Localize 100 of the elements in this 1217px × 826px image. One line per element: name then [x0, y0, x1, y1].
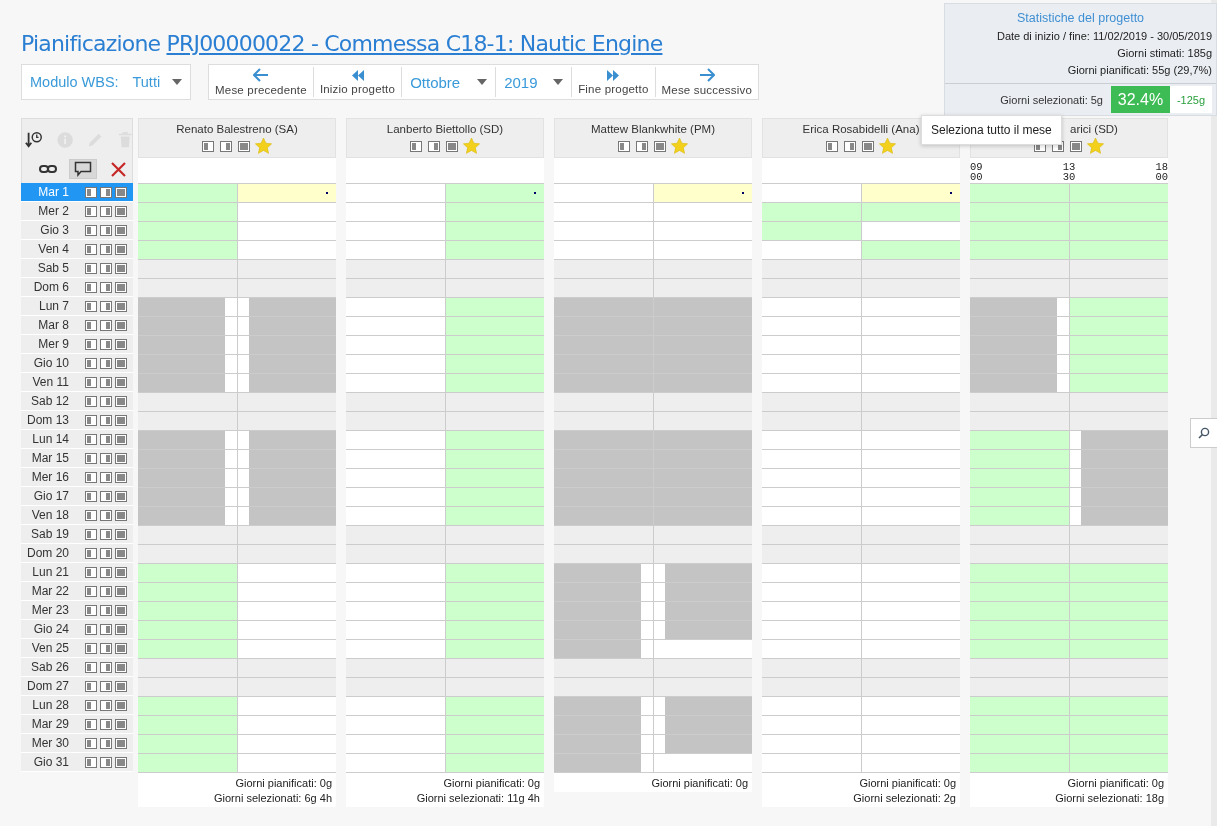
half-day-cell[interactable] [860, 184, 960, 202]
half-day-cell[interactable] [1068, 602, 1168, 620]
half-day-cell[interactable] [554, 298, 653, 316]
half-day-cell[interactable] [444, 412, 544, 430]
morning-select-icon[interactable] [85, 186, 97, 198]
half-day-cell[interactable] [1068, 526, 1168, 544]
half-day-cell[interactable] [444, 450, 544, 468]
half-day-cell[interactable] [138, 184, 237, 202]
half-day-cell[interactable] [652, 507, 752, 525]
morning-select-icon[interactable] [85, 699, 97, 711]
half-day-cell[interactable] [444, 526, 544, 544]
half-day-cell[interactable] [652, 735, 752, 753]
full-day-select-icon[interactable] [115, 661, 127, 673]
half-day-cell[interactable] [346, 279, 445, 297]
full-day-select-icon[interactable] [115, 186, 127, 198]
afternoon-select-icon[interactable] [100, 642, 112, 654]
half-day-cell[interactable] [138, 735, 237, 753]
morning-select-icon[interactable] [85, 205, 97, 217]
half-day-cell[interactable] [236, 393, 336, 411]
half-day-cell[interactable] [652, 469, 752, 487]
afternoon-select-icon[interactable] [100, 680, 112, 692]
half-day-cell[interactable] [1068, 640, 1168, 658]
morning-select-icon[interactable] [85, 585, 97, 597]
full-day-select-icon[interactable] [115, 604, 127, 616]
full-day-select-icon[interactable] [115, 756, 127, 768]
star-icon[interactable] [1087, 138, 1104, 154]
full-day-select-icon[interactable] [115, 357, 127, 369]
half-day-cell[interactable] [652, 355, 752, 373]
half-day-cell[interactable] [346, 545, 445, 563]
half-day-cell[interactable] [444, 222, 544, 240]
half-day-cell[interactable] [652, 602, 752, 620]
half-day-cell[interactable] [652, 393, 752, 411]
afternoon-select-icon[interactable] [100, 718, 112, 730]
half-day-cell[interactable] [236, 678, 336, 696]
half-day-cell[interactable] [138, 659, 237, 677]
half-day-cell[interactable] [970, 640, 1069, 658]
half-day-cell[interactable] [236, 317, 336, 335]
half-day-cell[interactable] [860, 545, 960, 563]
morning-select-icon[interactable] [85, 281, 97, 293]
half-day-cell[interactable] [1068, 393, 1168, 411]
afternoon-select-icon[interactable] [100, 623, 112, 635]
half-day-cell[interactable] [1068, 754, 1168, 772]
full-day-select-icon[interactable] [115, 376, 127, 388]
half-day-cell[interactable] [554, 279, 653, 297]
project-link[interactable]: PRJ00000022 - Commessa C18-1: Nautic Engine [166, 31, 663, 56]
afternoon-select-icon[interactable] [100, 376, 112, 388]
half-day-cell[interactable] [762, 222, 861, 240]
half-day-cell[interactable] [1068, 298, 1168, 316]
half-day-cell[interactable] [1068, 564, 1168, 582]
half-day-cell[interactable] [444, 374, 544, 392]
half-day-cell[interactable] [554, 507, 653, 525]
half-day-cell[interactable] [1068, 697, 1168, 715]
half-day-cell[interactable] [652, 621, 752, 639]
morning-select-icon[interactable] [85, 718, 97, 730]
afternoon-select-icon[interactable] [100, 300, 112, 312]
half-day-cell[interactable] [970, 621, 1069, 639]
morning-select-icon[interactable] [410, 140, 422, 152]
morning-select-icon[interactable] [826, 140, 838, 152]
half-day-cell[interactable] [444, 659, 544, 677]
half-day-cell[interactable] [1068, 184, 1168, 202]
afternoon-select-icon[interactable] [100, 262, 112, 274]
afternoon-select-icon[interactable] [100, 737, 112, 749]
half-day-cell[interactable] [970, 735, 1069, 753]
half-day-cell[interactable] [444, 716, 544, 734]
half-day-cell[interactable] [762, 260, 861, 278]
half-day-cell[interactable] [554, 260, 653, 278]
half-day-cell[interactable] [444, 735, 544, 753]
half-day-cell[interactable] [1068, 450, 1168, 468]
half-day-cell[interactable] [236, 184, 336, 202]
half-day-cell[interactable] [652, 583, 752, 601]
half-day-cell[interactable] [1068, 412, 1168, 430]
half-day-cell[interactable] [138, 716, 237, 734]
half-day-cell[interactable] [970, 279, 1069, 297]
half-day-cell[interactable] [236, 659, 336, 677]
full-month-select-icon[interactable] [1070, 140, 1082, 152]
full-day-select-icon[interactable] [115, 623, 127, 635]
half-day-cell[interactable] [652, 659, 752, 677]
afternoon-select-icon[interactable] [100, 661, 112, 673]
afternoon-select-icon[interactable] [100, 452, 112, 464]
full-month-select-icon[interactable] [446, 140, 458, 152]
afternoon-select-icon[interactable] [100, 490, 112, 502]
full-day-select-icon[interactable] [115, 490, 127, 502]
full-day-select-icon[interactable] [115, 452, 127, 464]
half-day-cell[interactable] [444, 260, 544, 278]
half-day-cell[interactable] [444, 754, 544, 772]
half-day-cell[interactable] [1068, 735, 1168, 753]
afternoon-select-icon[interactable] [100, 319, 112, 331]
full-day-select-icon[interactable] [115, 338, 127, 350]
half-day-cell[interactable] [1068, 583, 1168, 601]
full-day-select-icon[interactable] [115, 262, 127, 274]
half-day-cell[interactable] [652, 716, 752, 734]
full-day-select-icon[interactable] [115, 433, 127, 445]
half-day-cell[interactable] [860, 279, 960, 297]
afternoon-select-icon[interactable] [220, 140, 232, 152]
half-day-cell[interactable] [652, 526, 752, 544]
half-day-cell[interactable] [860, 393, 960, 411]
half-day-cell[interactable] [652, 279, 752, 297]
half-day-cell[interactable] [652, 488, 752, 506]
half-day-cell[interactable] [444, 469, 544, 487]
half-day-cell[interactable] [444, 184, 544, 202]
